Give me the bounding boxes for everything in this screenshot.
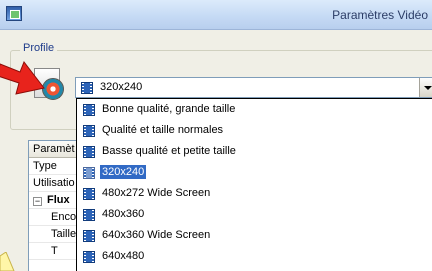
dropdown-option[interactable]: 640x360 Wide Screen [77,226,432,246]
row-label: Enco [51,211,77,223]
dropdown-option-label: 480x360 [102,208,145,220]
row-label: Utilisatio [33,177,75,189]
profile-dropdown-list[interactable]: Bonne qualité, grande taille Qualité et … [76,98,432,271]
film-icon [83,125,95,137]
film-icon [81,82,93,94]
dropdown-option[interactable]: 640x480 [77,247,432,267]
film-icon [83,167,95,179]
dropdown-option[interactable]: Basse qualité et petite taille [77,142,432,162]
red-arrow-icon [0,60,45,95]
app-icon[interactable] [6,6,22,21]
dropdown-option-label: 320x240 [100,165,147,179]
chevron-down-icon[interactable] [419,78,432,97]
dropdown-option-label: 640x480 [102,250,145,262]
film-icon [83,209,95,221]
film-icon [83,104,95,116]
row-label: Flux [47,194,70,206]
film-icon [83,230,95,242]
profile-group-label: Profile [20,42,58,54]
note-icon [0,252,15,271]
row-label: T [51,245,58,257]
properties-header-label: Paramèt [33,143,75,155]
dropdown-option-label: 640x360 Wide Screen [102,229,211,241]
window-title: Paramètres Vidéo [332,8,428,22]
dropdown-option[interactable]: Qualité et taille normales [77,121,432,141]
dropdown-option[interactable]: 480x360 [77,205,432,225]
row-label: Taille [51,228,77,240]
film-icon [83,251,95,263]
dropdown-option-label: Basse qualité et petite taille [102,145,236,157]
dropdown-option-label: Qualité et taille normales [102,124,224,136]
film-icon [83,146,95,158]
dropdown-option[interactable]: 480x272 Wide Screen [77,184,432,204]
dropdown-option[interactable]: Bonne qualité, grande taille [77,100,432,120]
dropdown-option-selected[interactable]: 320x240 [77,163,432,183]
collapse-icon[interactable]: − [33,197,42,206]
profile-select-value: 320x240 [100,81,143,93]
dropdown-option-label: Bonne qualité, grande taille [102,103,236,115]
film-icon [83,188,95,200]
dropdown-option-label: 480x272 Wide Screen [102,187,211,199]
row-label: Type [33,160,57,172]
profile-select[interactable]: 320x240 [75,77,432,98]
title-bar[interactable]: Paramètres Vidéo [0,0,432,30]
